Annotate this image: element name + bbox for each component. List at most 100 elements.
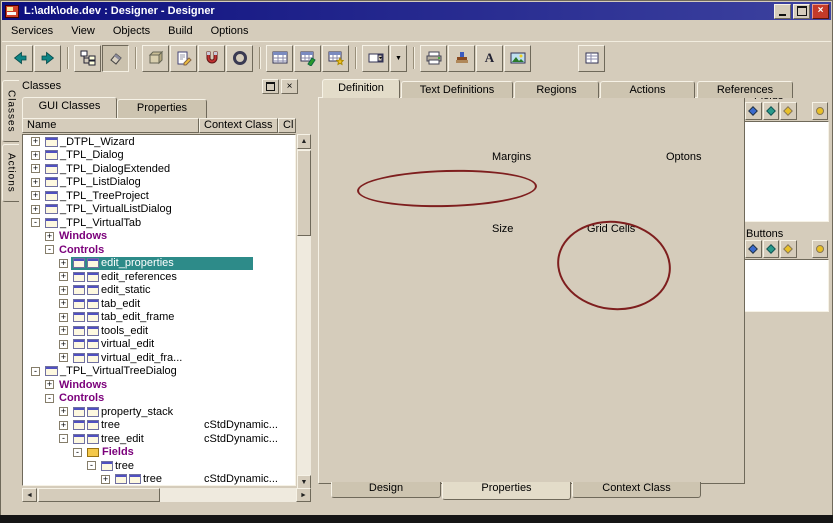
expand-icon[interactable]: - <box>45 245 54 254</box>
tree-item-tree-edit[interactable]: -tree_editcStdDynamic... <box>23 432 295 446</box>
back-button[interactable] <box>6 45 33 72</box>
maximize-button[interactable] <box>793 4 810 19</box>
expand-icon[interactable]: + <box>59 313 68 322</box>
scroll-up-button[interactable]: ▲ <box>297 134 311 149</box>
button-add-button[interactable] <box>745 240 762 258</box>
expand-icon[interactable]: + <box>101 475 110 484</box>
ring-button[interactable] <box>226 45 253 72</box>
tab-text-definitions[interactable]: Text Definitions <box>401 81 513 98</box>
expand-icon[interactable]: + <box>45 232 54 241</box>
menu-services[interactable]: Services <box>2 23 62 39</box>
expand-icon[interactable]: + <box>59 299 68 308</box>
control-picker-menu-button[interactable]: ▼ <box>390 45 407 72</box>
tree-item-tree[interactable]: +treecStdDynamic... <box>23 419 295 433</box>
expand-icon[interactable]: + <box>59 353 68 362</box>
dock-tab-classes[interactable]: Classes <box>2 80 19 142</box>
grid-button[interactable] <box>266 45 293 72</box>
tree-item-dtpl-wizard[interactable]: +_DTPL_Wizard <box>23 135 295 149</box>
button-delete-button[interactable] <box>780 240 797 258</box>
tab-actions[interactable]: Actions <box>600 81 695 98</box>
expand-icon[interactable]: + <box>59 259 68 268</box>
float-panel-button[interactable] <box>262 79 279 94</box>
tree-item-edit-properties[interactable]: +edit_properties <box>23 257 295 271</box>
tab-context-class[interactable]: Context Class <box>572 482 701 498</box>
tree-item-tab-edit-frame[interactable]: +tab_edit_frame <box>23 311 295 325</box>
menu-view[interactable]: View <box>62 23 104 39</box>
tab-properties[interactable]: Properties <box>442 482 571 500</box>
expand-icon[interactable]: + <box>31 191 40 200</box>
expand-icon[interactable]: + <box>59 326 68 335</box>
tree-item-property-stack[interactable]: +property_stack <box>23 405 295 419</box>
expand-icon[interactable]: - <box>59 434 68 443</box>
design-mode-button[interactable] <box>102 45 129 72</box>
scroll-thumb[interactable] <box>297 150 311 236</box>
font-button[interactable]: A <box>476 45 503 72</box>
expand-icon[interactable]: - <box>73 448 82 457</box>
button-props-button[interactable] <box>812 240 829 258</box>
tree-item-controls[interactable]: -Controls <box>23 243 295 257</box>
tree-item-edit-references[interactable]: +edit_references <box>23 270 295 284</box>
image-button[interactable] <box>504 45 531 72</box>
tree-item-virtual-edit[interactable]: +virtual_edit <box>23 338 295 352</box>
tree-item-controls-2[interactable]: -Controls <box>23 392 295 406</box>
tree-item-fields[interactable]: -Fields <box>23 446 295 460</box>
tab-properties-left[interactable]: Properties <box>117 99 207 118</box>
grid-edit-button[interactable] <box>294 45 321 72</box>
column-header-cl[interactable]: Cl <box>278 118 296 133</box>
tree-item-tpl-virtuallistdialog[interactable]: +_TPL_VirtualListDialog <box>23 203 295 217</box>
print-button[interactable] <box>420 45 447 72</box>
tree-item-edit-static[interactable]: +edit_static <box>23 284 295 298</box>
magnet-button[interactable] <box>198 45 225 72</box>
menu-options[interactable]: Options <box>202 23 258 39</box>
menu-objects[interactable]: Objects <box>104 23 159 39</box>
expand-icon[interactable]: + <box>59 340 68 349</box>
expand-icon[interactable]: + <box>31 205 40 214</box>
title-bar[interactable]: L:\adk\ode.dev : Designer - Designer × <box>2 2 831 20</box>
scroll-right-button[interactable]: ► <box>296 488 311 502</box>
tree-item-tpl-virtualtab[interactable]: -_TPL_VirtualTab <box>23 216 295 230</box>
column-header-name[interactable]: Name <box>22 118 199 133</box>
list-button[interactable] <box>578 45 605 72</box>
tab-gui-classes[interactable]: GUI Classes <box>22 97 117 118</box>
tab-references[interactable]: References <box>697 81 793 98</box>
tree-item-field-tree[interactable]: -tree <box>23 459 295 473</box>
expand-icon[interactable]: + <box>59 272 68 281</box>
scroll-left-button[interactable]: ◄ <box>22 488 37 502</box>
edit-notes-button[interactable] <box>170 45 197 72</box>
grid-add-button[interactable] <box>322 45 349 72</box>
menu-build[interactable]: Build <box>159 23 201 39</box>
expand-icon[interactable]: + <box>59 421 68 430</box>
tree-item-tools-edit[interactable]: +tools_edit <box>23 324 295 338</box>
field-props-button[interactable] <box>812 102 829 120</box>
package-button[interactable] <box>142 45 169 72</box>
expand-icon[interactable]: + <box>31 137 40 146</box>
close-button[interactable]: × <box>812 4 829 19</box>
expand-icon[interactable]: - <box>45 394 54 403</box>
tree-item-windows[interactable]: +Windows <box>23 230 295 244</box>
tree-item-field-tree-child[interactable]: +treecStdDynamic... <box>23 473 295 487</box>
expand-icon[interactable]: + <box>31 178 40 187</box>
tab-definition[interactable]: Definition <box>322 79 400 98</box>
field-delete-button[interactable] <box>780 102 797 120</box>
tree-item-tpl-virtualtreedialog[interactable]: -_TPL_VirtualTreeDialog <box>23 365 295 379</box>
expand-icon[interactable]: + <box>59 286 68 295</box>
tree-item-tab-edit[interactable]: +tab_edit <box>23 297 295 311</box>
fields-list[interactable] <box>744 121 829 222</box>
scroll-thumb[interactable] <box>38 488 160 502</box>
expand-icon[interactable]: - <box>31 367 40 376</box>
tree-item-virtual-edit-fra[interactable]: +virtual_edit_fra... <box>23 351 295 365</box>
tab-design[interactable]: Design <box>331 482 441 498</box>
tree-vertical-scrollbar[interactable]: ▲ ▼ <box>297 134 311 486</box>
expand-icon[interactable]: + <box>59 407 68 416</box>
buttons-list[interactable] <box>744 259 829 312</box>
expand-icon[interactable]: + <box>31 151 40 160</box>
field-add-button[interactable] <box>745 102 762 120</box>
column-header-context-class[interactable]: Context Class <box>199 118 278 133</box>
close-panel-button[interactable]: × <box>281 79 298 94</box>
tab-regions[interactable]: Regions <box>514 81 599 98</box>
tree-item-tpl-dialog[interactable]: +_TPL_Dialog <box>23 149 295 163</box>
dock-tab-actions[interactable]: Actions <box>2 144 19 202</box>
button-edit-button[interactable] <box>763 240 780 258</box>
field-edit-button[interactable] <box>763 102 780 120</box>
forward-button[interactable] <box>34 45 61 72</box>
